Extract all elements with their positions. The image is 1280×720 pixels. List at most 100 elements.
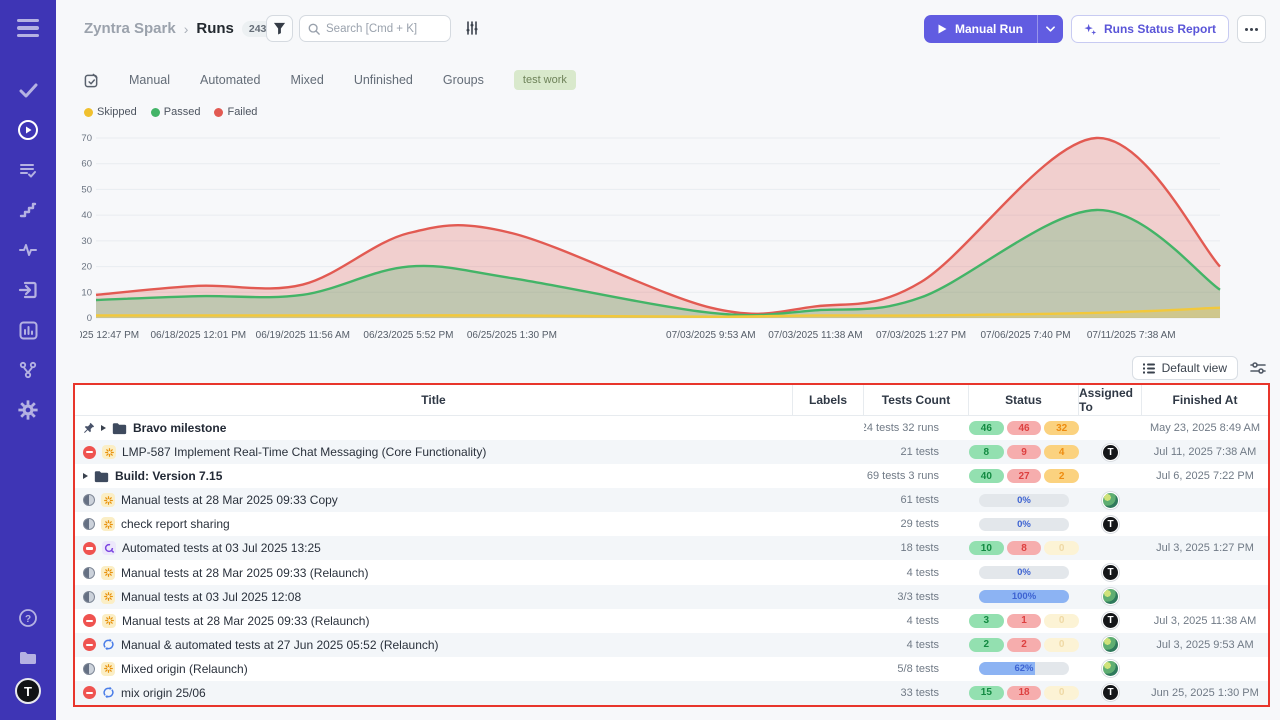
assignee-avatar: T xyxy=(1102,444,1119,461)
table-header: TitleLabelsTests CountStatusAssigned ToF… xyxy=(75,385,1268,416)
assignee-avatar xyxy=(1102,588,1119,605)
progress-bar: 0% xyxy=(979,518,1069,531)
tests-count-cell: 5/8 tests xyxy=(864,657,969,681)
table-row[interactable]: mix origin 25/0633 tests15180TJun 25, 20… xyxy=(75,681,1268,705)
tab-mixed[interactable]: Mixed xyxy=(290,73,323,87)
labels-cell xyxy=(793,681,864,705)
table-row[interactable]: Manual tests at 28 Mar 2025 09:33 Copy61… xyxy=(75,488,1268,512)
runs-icon[interactable] xyxy=(0,110,56,150)
tests-count-cell: 61 tests xyxy=(864,488,969,512)
table-row[interactable]: LMP-587 Implement Real-Time Chat Messagi… xyxy=(75,440,1268,464)
svg-text:07/03/2025 1:27 PM: 07/03/2025 1:27 PM xyxy=(876,330,966,341)
run-title: Build: Version 7.15 xyxy=(115,469,222,483)
tests-count-cell: 124 tests 32 runs xyxy=(864,416,969,440)
labels-cell xyxy=(793,560,864,584)
progress-label: 100% xyxy=(979,590,1069,603)
more-actions-button[interactable] xyxy=(1237,15,1266,43)
search-input[interactable] xyxy=(326,23,436,35)
column-header-title[interactable]: Title xyxy=(75,385,793,415)
progress-bar: 0% xyxy=(979,494,1069,507)
chart-legend: Skipped Passed Failed xyxy=(84,106,257,118)
assigned-to-cell xyxy=(1079,633,1142,657)
column-header-finished-at[interactable]: Finished At xyxy=(1142,385,1268,415)
expand-caret-icon[interactable] xyxy=(101,425,106,431)
table-row[interactable]: Build: Version 7.1569 tests 3 runs40272J… xyxy=(75,464,1268,488)
milestones-icon[interactable] xyxy=(0,190,56,230)
integrations-icon[interactable] xyxy=(0,350,56,390)
tests-icon[interactable] xyxy=(0,70,56,110)
manual-run-type-icon xyxy=(101,517,115,531)
progress-bar: 0% xyxy=(979,566,1069,579)
table-row[interactable]: Manual tests at 28 Mar 2025 09:33 (Relau… xyxy=(75,560,1268,584)
user-avatar[interactable]: T xyxy=(15,678,41,704)
run-in-progress-icon xyxy=(83,518,95,530)
inbox-icon[interactable] xyxy=(0,270,56,310)
table-row[interactable]: check report sharing29 tests0%T xyxy=(75,512,1268,536)
assigned-to-cell: T xyxy=(1079,681,1142,705)
table-row[interactable]: Bravo milestone124 tests 32 runs464632Ma… xyxy=(75,416,1268,440)
table-settings-icon[interactable] xyxy=(1250,361,1266,375)
finished-at-cell xyxy=(1142,560,1268,584)
column-header-tests-count[interactable]: Tests Count xyxy=(864,385,969,415)
labels-cell xyxy=(793,440,864,464)
failed-count-badge: 18 xyxy=(1007,686,1042,700)
assigned-to-cell xyxy=(1079,488,1142,512)
table-row[interactable]: Manual tests at 28 Mar 2025 09:33 (Relau… xyxy=(75,609,1268,633)
legend-label: Skipped xyxy=(97,106,137,118)
labels-cell xyxy=(793,609,864,633)
legend-item-passed[interactable]: Passed xyxy=(151,106,201,118)
topbar: Zyntra Spark › Runs 243 xyxy=(56,0,1280,58)
defects-icon[interactable] xyxy=(0,230,56,270)
breadcrumb-project[interactable]: Zyntra Spark xyxy=(84,20,176,37)
mixed-run-type-icon xyxy=(102,638,115,651)
display-settings-icon[interactable] xyxy=(464,20,480,41)
svg-text:10: 10 xyxy=(81,287,92,298)
active-filter-badge[interactable]: test work xyxy=(514,70,576,90)
finished-at-cell: Jun 25, 2025 1:30 PM xyxy=(1142,681,1268,705)
tab-unfinished[interactable]: Unfinished xyxy=(354,73,413,87)
tab-groups[interactable]: Groups xyxy=(443,73,484,87)
table-row[interactable]: Automated tests at 03 Jul 2025 13:2518 t… xyxy=(75,536,1268,560)
batch-select-icon[interactable] xyxy=(84,73,99,88)
settings-icon[interactable] xyxy=(0,390,56,430)
column-header-labels[interactable]: Labels xyxy=(793,385,864,415)
filter-button[interactable] xyxy=(266,15,293,42)
tab-manual[interactable]: Manual xyxy=(129,73,170,87)
expand-caret-icon[interactable] xyxy=(83,473,88,479)
legend-dot xyxy=(151,108,160,117)
skipped-count-badge: 0 xyxy=(1044,638,1079,652)
labels-cell xyxy=(793,488,864,512)
table-row[interactable]: Manual tests at 03 Jul 2025 12:083/3 tes… xyxy=(75,585,1268,609)
menu-icon[interactable] xyxy=(0,8,56,48)
table-row[interactable]: Mixed origin (Relaunch)5/8 tests62% xyxy=(75,657,1268,681)
projects-icon[interactable] xyxy=(0,638,56,678)
runs-status-report-button[interactable]: Runs Status Report xyxy=(1071,15,1229,43)
plans-icon[interactable] xyxy=(0,150,56,190)
table-row[interactable]: Manual & automated tests at 27 Jun 2025 … xyxy=(75,633,1268,657)
passed-count-badge: 15 xyxy=(969,686,1004,700)
run-title: Manual tests at 28 Mar 2025 09:33 (Relau… xyxy=(122,614,369,628)
svg-text:06/18/2025 12:01 PM: 06/18/2025 12:01 PM xyxy=(150,330,246,341)
svg-text:40: 40 xyxy=(81,210,92,221)
default-view-button[interactable]: Default view xyxy=(1132,356,1238,380)
passed-count-badge: 3 xyxy=(969,614,1004,628)
tests-count-cell: 29 tests xyxy=(864,512,969,536)
assignee-avatar: T xyxy=(1102,564,1119,581)
manual-run-button[interactable]: Manual Run xyxy=(924,15,1037,43)
legend-item-skipped[interactable]: Skipped xyxy=(84,106,137,118)
status-cell: 0% xyxy=(969,560,1079,584)
run-in-progress-icon xyxy=(83,663,95,675)
title-cell: Bravo milestone xyxy=(75,416,793,440)
analytics-icon[interactable] xyxy=(0,310,56,350)
tab-automated[interactable]: Automated xyxy=(200,73,260,87)
legend-item-failed[interactable]: Failed xyxy=(214,106,257,118)
tests-count-cell: 4 tests xyxy=(864,633,969,657)
manual-run-dropdown-button[interactable] xyxy=(1037,15,1063,43)
labels-cell xyxy=(793,585,864,609)
view-list-icon xyxy=(1143,363,1155,374)
column-header-assigned-to[interactable]: Assigned To xyxy=(1079,385,1142,415)
help-icon[interactable]: ? xyxy=(0,598,56,638)
status-cell: 62% xyxy=(969,657,1079,681)
column-header-status[interactable]: Status xyxy=(969,385,1079,415)
skipped-count-badge: 2 xyxy=(1044,469,1079,483)
